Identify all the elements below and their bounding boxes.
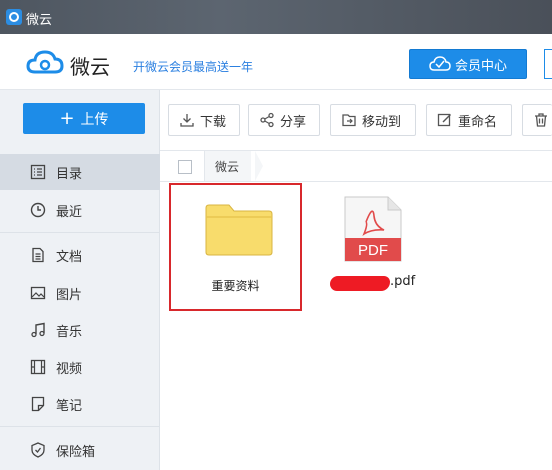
download-button[interactable]: 下载 — [168, 104, 240, 136]
sidebar-item-label: 目录 — [56, 166, 83, 182]
select-all-checkbox[interactable] — [178, 160, 192, 174]
vip-cloud-icon — [429, 56, 451, 71]
download-icon — [180, 114, 194, 127]
vip-center-label: 会员中心 — [454, 58, 507, 74]
share-button[interactable]: 分享 — [248, 104, 320, 136]
sidebar-item-images[interactable]: 图片 — [0, 275, 160, 311]
breadcrumb-item-root[interactable]: 微云 — [205, 151, 252, 181]
sidebar-item-directory[interactable]: 目录 — [0, 154, 160, 190]
weiyun-cloud-logo-icon — [26, 50, 64, 74]
window-title: 微云 — [26, 13, 53, 28]
sidebar-item-label: 视频 — [56, 361, 83, 377]
sidebar-item-label: 图片 — [56, 287, 83, 303]
trash-icon — [535, 113, 547, 127]
plus-icon: + — [59, 107, 75, 129]
sidebar-item-label: 文档 — [56, 249, 83, 265]
sidebar-divider — [0, 232, 160, 233]
list-icon — [30, 164, 46, 180]
file-name: .pdf — [330, 274, 425, 294]
vip-promo-link[interactable]: 开微云会员最高送一年 — [133, 58, 253, 75]
move-icon — [342, 114, 356, 127]
weiyun-app-icon — [6, 9, 22, 25]
window-titlebar: 微云 — [0, 0, 552, 34]
sidebar-item-label: 笔记 — [56, 398, 83, 414]
pdf-badge-text: PDF — [358, 242, 388, 259]
sidebar-item-documents[interactable]: 文档 — [0, 237, 160, 273]
image-icon — [30, 286, 46, 300]
edit-icon — [437, 113, 451, 127]
shield-icon — [31, 442, 45, 458]
delete-button[interactable] — [522, 104, 552, 136]
header-extra-button[interactable] — [544, 49, 552, 79]
upload-button[interactable]: + 上传 — [23, 103, 145, 134]
document-icon — [32, 247, 44, 263]
sidebar-item-recent[interactable]: 最近 — [0, 192, 160, 228]
sidebar-item-label: 音乐 — [56, 324, 83, 340]
move-to-label: 移动到 — [362, 114, 402, 130]
sidebar-item-notes[interactable]: 笔记 — [0, 386, 160, 422]
file-item-folder[interactable]: 重要资料 — [169, 183, 302, 311]
sidebar-item-video[interactable]: 视频 — [0, 349, 160, 385]
share-icon — [260, 112, 274, 128]
move-to-button[interactable]: 移动到 — [330, 104, 416, 136]
breadcrumb-arrow-icon — [255, 151, 263, 181]
share-label: 分享 — [280, 114, 307, 130]
video-icon — [30, 359, 46, 375]
brand-name: 微云 — [70, 55, 110, 79]
file-name: 重要资料 — [211, 279, 260, 293]
clock-icon — [30, 202, 46, 218]
vip-center-button[interactable]: 会员中心 — [409, 49, 527, 79]
sidebar-item-label: 最近 — [56, 204, 83, 220]
sidebar-item-safe-box[interactable]: 保险箱 — [0, 432, 160, 468]
download-label: 下载 — [200, 114, 227, 130]
sidebar: + 上传 目录 最近 文档 图片 音乐 视频 笔记 保险箱 — [0, 90, 160, 470]
sidebar-item-label: 保险箱 — [56, 444, 96, 460]
rename-button[interactable]: 重命名 — [426, 104, 512, 136]
note-icon — [31, 396, 45, 412]
upload-label: 上传 — [80, 111, 109, 128]
breadcrumb: 微云 — [160, 150, 552, 182]
file-item-pdf[interactable]: PDF .pdf — [330, 190, 425, 300]
pdf-file-icon: PDF — [344, 196, 402, 262]
file-toolbar: 下载 分享 移动到 重命名 — [160, 90, 552, 150]
rename-label: 重命名 — [458, 114, 498, 130]
music-icon — [31, 322, 45, 338]
sidebar-divider — [0, 426, 160, 427]
app-header: 微云 开微云会员最高送一年 会员中心 — [0, 34, 552, 90]
redaction-mark — [330, 276, 390, 291]
file-extension: .pdf — [390, 274, 416, 289]
folder-icon — [205, 204, 273, 256]
sidebar-item-music[interactable]: 音乐 — [0, 312, 160, 348]
